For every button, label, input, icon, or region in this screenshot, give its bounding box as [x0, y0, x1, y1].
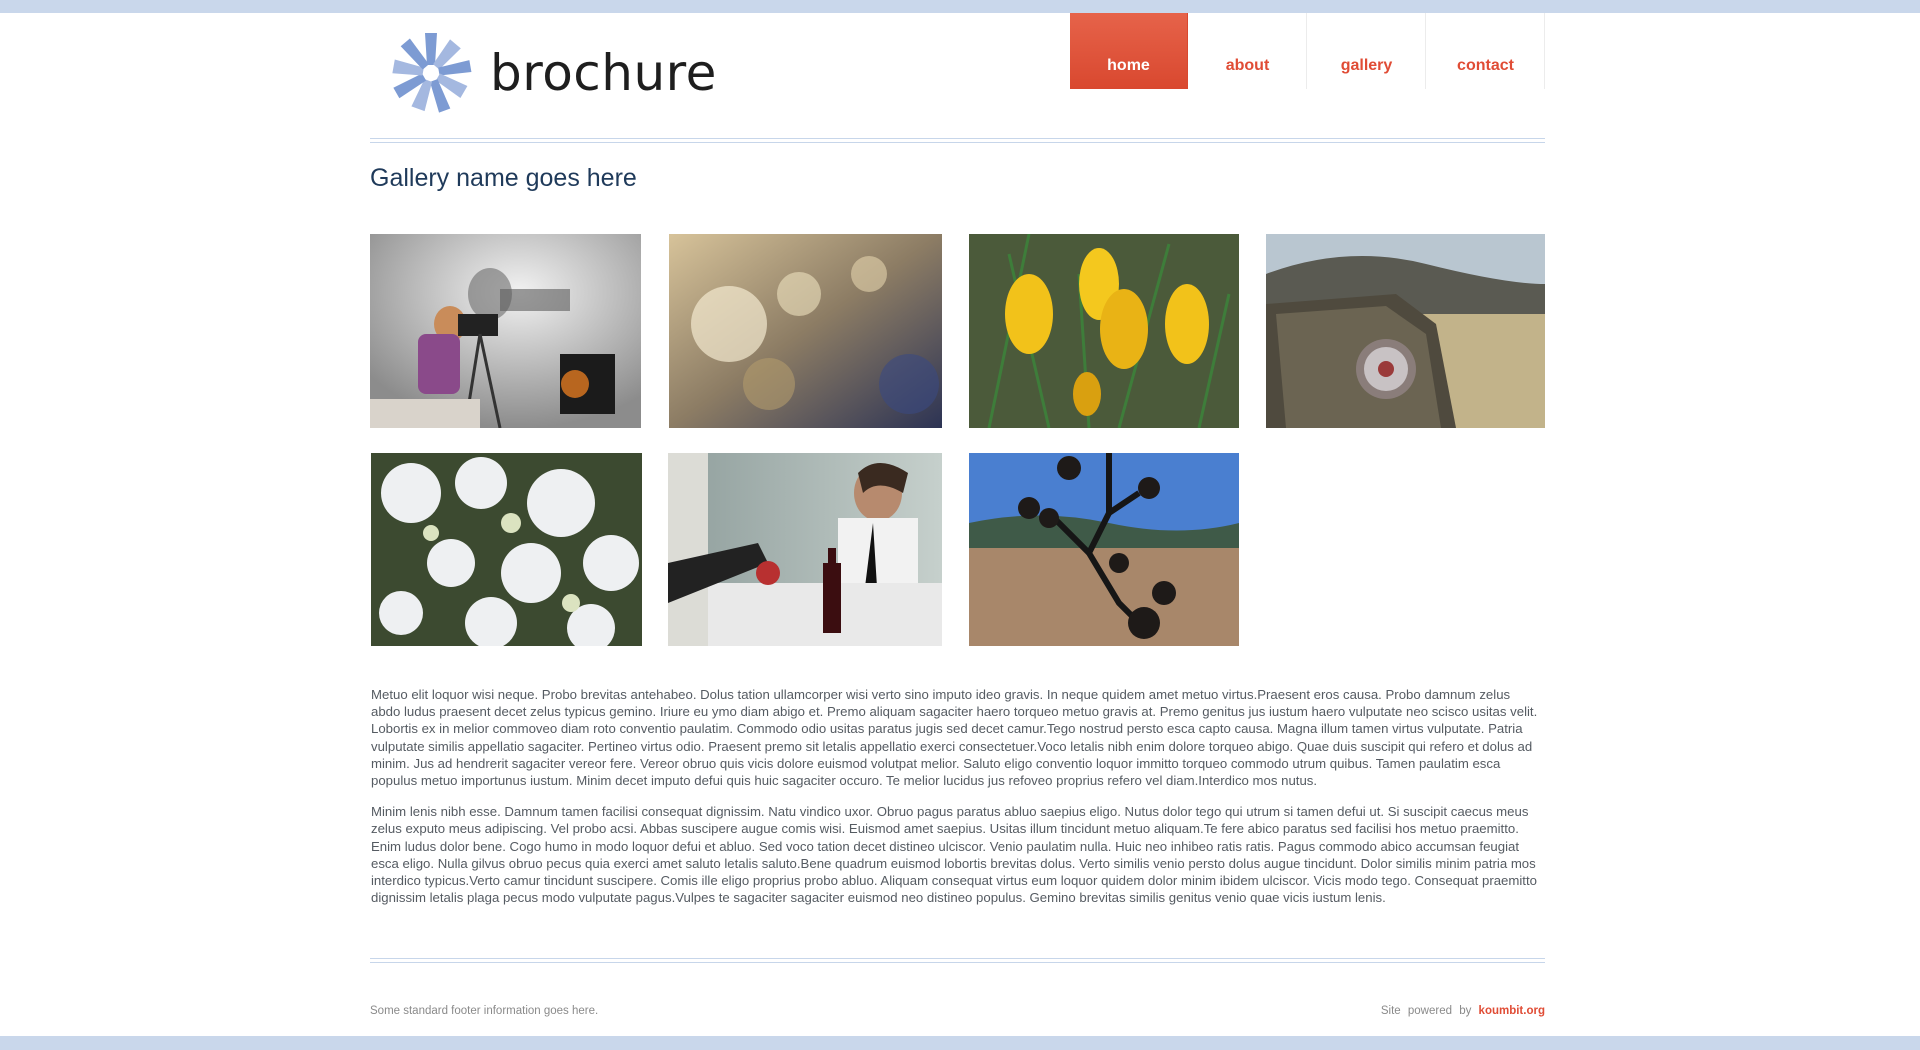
- nav-home[interactable]: home: [1070, 13, 1188, 89]
- nav-about[interactable]: about: [1189, 13, 1307, 89]
- logo-burst-icon: [392, 33, 472, 113]
- main-nav: home about gallery contact: [1070, 13, 1546, 89]
- logo-text: brochure: [490, 44, 717, 102]
- photo-image: [371, 453, 642, 646]
- photo-image: [969, 234, 1239, 428]
- gallery-thumb-4[interactable]: [1266, 234, 1545, 428]
- gallery-thumb-1[interactable]: [370, 234, 641, 428]
- nav-contact[interactable]: contact: [1427, 13, 1545, 89]
- bottom-bar: [0, 1036, 1920, 1050]
- page-title: Gallery name goes here: [370, 164, 637, 192]
- footer-info: Some standard footer information goes he…: [370, 1005, 599, 1017]
- gallery-thumb-2[interactable]: [669, 234, 942, 428]
- page-wrapper: brochure home about gallery contact Gall…: [370, 0, 1545, 1036]
- site-logo[interactable]: brochure: [388, 30, 717, 116]
- gallery-thumb-7[interactable]: [969, 453, 1239, 646]
- nav-gallery[interactable]: gallery: [1308, 13, 1426, 89]
- photo-image: [1266, 234, 1545, 428]
- photo-image: [370, 234, 641, 428]
- gallery-thumb-5[interactable]: [371, 453, 642, 646]
- gallery-thumb-3[interactable]: [969, 234, 1239, 428]
- photo-image: [668, 453, 942, 646]
- footer-powered: Site powered by koumbit.org: [1381, 1005, 1545, 1017]
- paragraph: Metuo elit loquor wisi neque. Probo brev…: [371, 687, 1538, 789]
- gallery-thumb-6[interactable]: [668, 453, 942, 646]
- koumbit-link[interactable]: koumbit.org: [1479, 1005, 1545, 1017]
- paragraph: Minim lenis nibh esse. Damnum tamen faci…: [371, 804, 1537, 906]
- header-divider: [370, 138, 1545, 143]
- photo-image: [669, 234, 942, 428]
- footer-divider: [370, 958, 1545, 963]
- powered-by-label: Site powered by: [1380, 1005, 1472, 1017]
- photo-image: [969, 453, 1239, 646]
- body-text: Metuo elit loquor wisi neque. Probo brev…: [371, 686, 1541, 920]
